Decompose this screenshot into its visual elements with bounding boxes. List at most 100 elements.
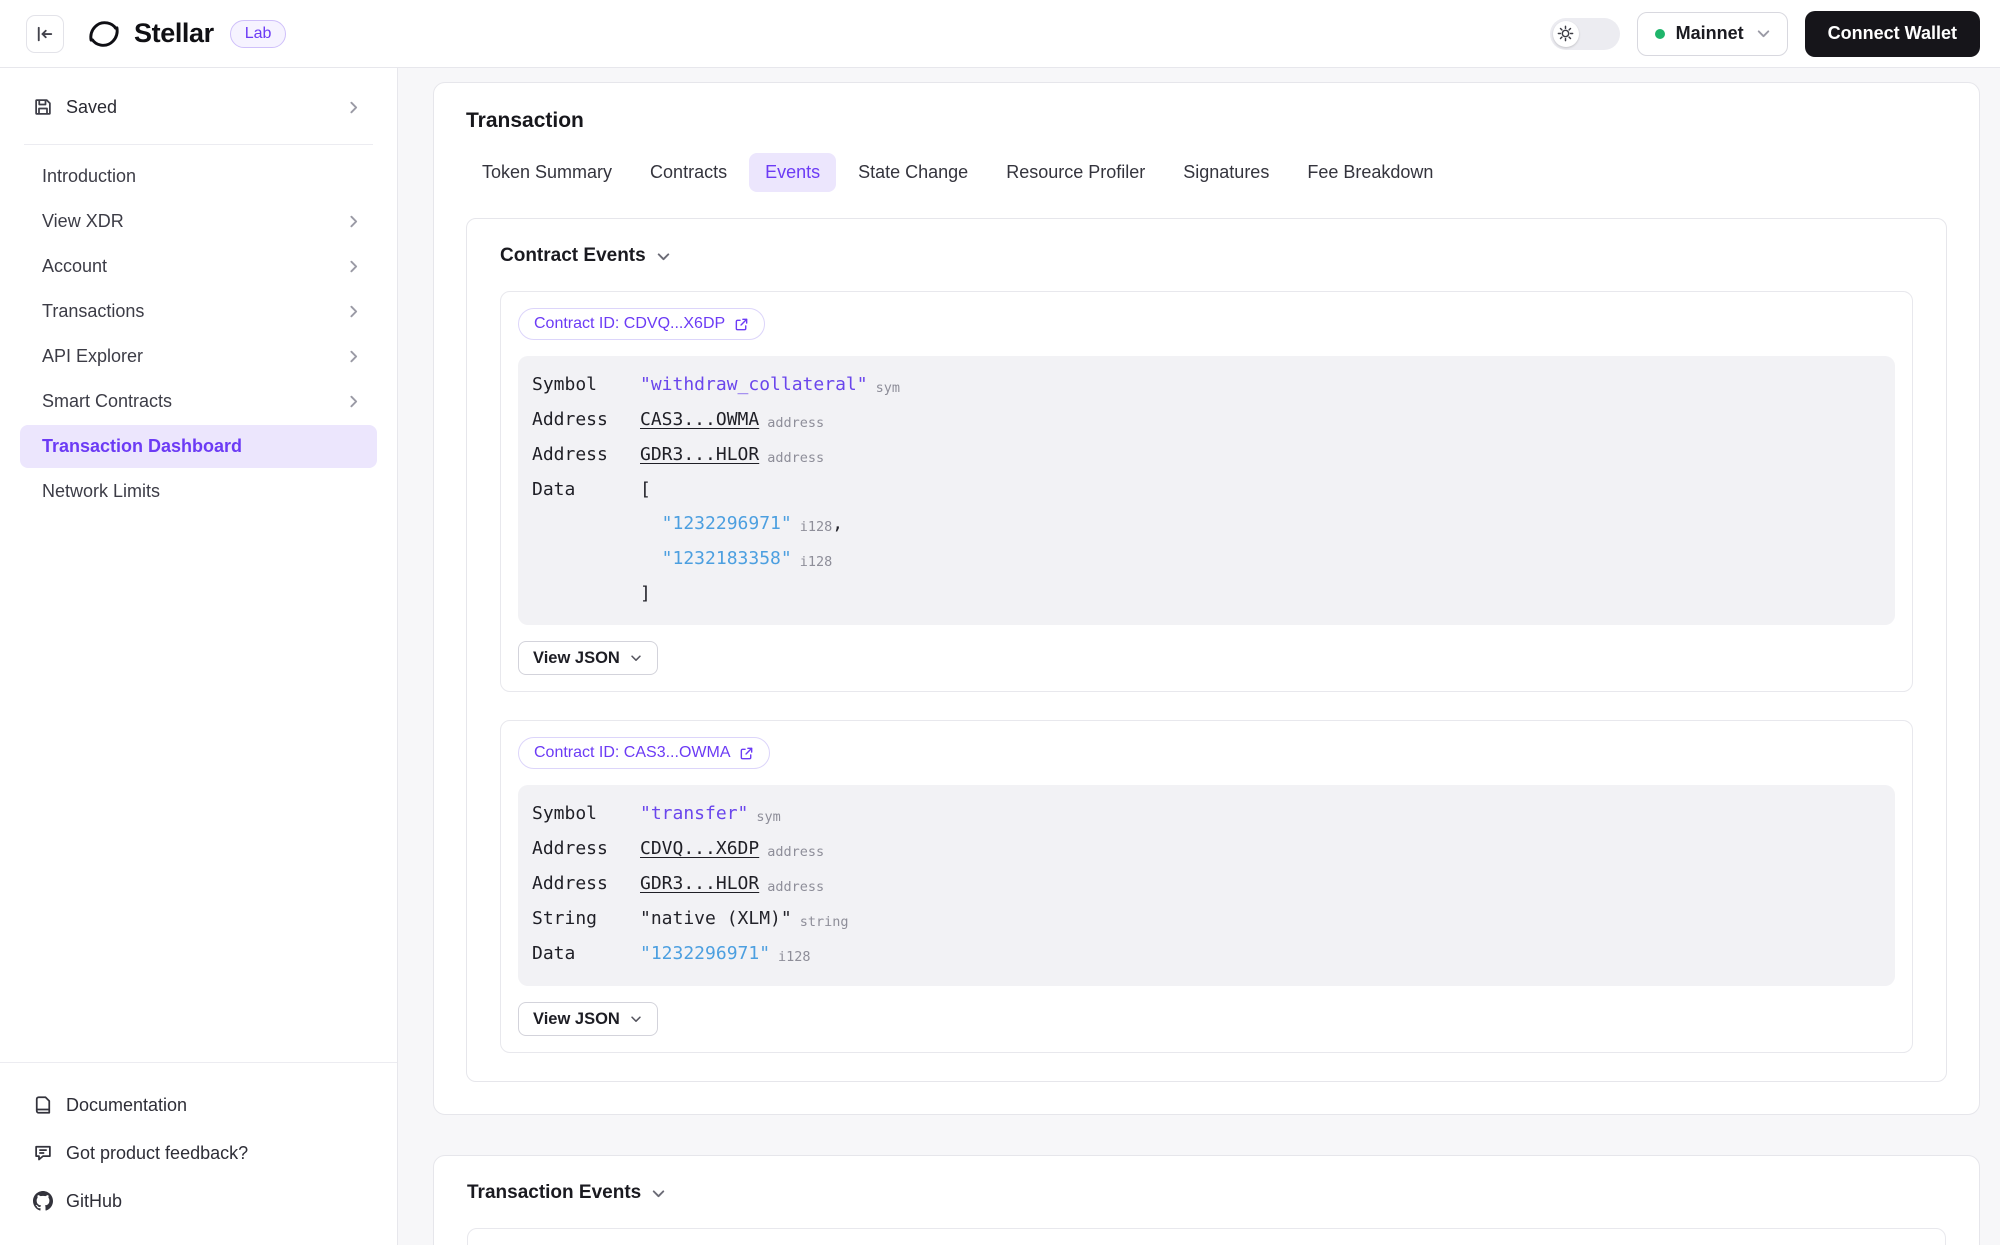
chevron-down-icon [629,1012,643,1026]
page-title: Transaction [466,109,1947,133]
network-select[interactable]: Mainnet [1637,12,1788,56]
sun-icon [1557,25,1574,42]
sidebar-footer-documentation[interactable]: Documentation [0,1083,397,1127]
sidebar-footer-got-product-feedback[interactable]: Got product feedback? [0,1131,397,1175]
view-json-button[interactable]: View JSON [518,1002,658,1036]
address-link[interactable]: CDVQ...X6DP [640,838,759,859]
sidebar-item-view-xdr[interactable]: View XDR [20,200,377,243]
event-value-line: "1232296971"i128, [640,507,1881,542]
event-data-box: Symbol"withdraw_collateral"sym AddressCAS… [518,356,1895,625]
value-segment: "1232183358" [640,548,792,569]
sidebar-item-transaction-dashboard[interactable]: Transaction Dashboard [20,425,377,468]
chevron-right-icon [345,303,362,320]
sidebar-item-account[interactable]: Account [20,245,377,288]
collapse-sidebar-button[interactable] [26,15,64,53]
event-card: Contract ID: CAS3...OWMA [467,1228,1946,1245]
tab-signatures[interactable]: Signatures [1167,153,1285,192]
event-value: "1232296971"i128 [640,937,1881,972]
sidebar-item-saved[interactable]: Saved [20,84,377,130]
sidebar-item-label: Introduction [42,166,136,187]
sidebar-item-label: Transaction Dashboard [42,436,242,457]
tab-resource-profiler[interactable]: Resource Profiler [990,153,1161,192]
type-label: address [767,450,824,466]
event-value-line: CDVQ...X6DP address [640,832,1881,867]
type-label: address [767,844,824,860]
transaction-events-header[interactable]: Transaction Events [467,1182,667,1204]
value-segment: , [832,513,843,534]
type-label: address [767,879,824,895]
github-icon [33,1191,53,1211]
event-card: Contract ID: CDVQ...X6DP Symbol"withdraw_… [500,291,1913,692]
contract-events-header[interactable]: Contract Events [500,245,672,267]
sidebar-footer: DocumentationGot product feedback?GitHub [0,1062,397,1245]
sidebar-item-label: API Explorer [42,346,143,367]
value-segment: "1232296971" [640,513,792,534]
connect-wallet-button[interactable]: Connect Wallet [1805,11,1980,57]
contract-events-list: Contract ID: CDVQ...X6DPSymbol"withdraw_… [500,291,1913,1053]
address-link[interactable]: GDR3...HLOR [640,444,759,465]
type-label: sym [876,380,900,396]
type-label: string [800,914,849,930]
event-row: AddressCDVQ...X6DPaddress [532,832,1881,867]
event-value: CDVQ...X6DP address [640,832,1881,867]
event-value: "transfer"sym [640,797,1881,832]
event-value: CAS3...OWMA address [640,403,1881,438]
event-card: Contract ID: CAS3...OWMA Symbol"transfer"… [500,720,1913,1053]
tab-events[interactable]: Events [749,153,836,192]
sidebar-item-label: Transactions [42,301,144,322]
event-value-line: GDR3...HLOR address [640,867,1881,902]
tab-state-change[interactable]: State Change [842,153,984,192]
theme-toggle-knob [1553,21,1579,47]
chevron-right-icon [345,258,362,275]
event-row: AddressGDR3...HLORaddress [532,867,1881,902]
view-json-button[interactable]: View JSON [518,641,658,675]
event-value-line: "withdraw_collateral"sym [640,368,1881,403]
chevron-down-icon [650,1185,667,1202]
sidebar-item-introduction[interactable]: Introduction [20,155,377,198]
event-data-box: Symbol"transfer"symAddressCDVQ...X6DPadd… [518,785,1895,986]
event-row: Symbol"withdraw_collateral"sym [532,368,1881,403]
lab-badge: Lab [230,20,287,48]
event-value-line: "native (XLM)" string [640,902,1881,937]
app-shell: Saved Introduction View XDRAccount Transac… [0,68,2000,1245]
sidebar-item-network-limits[interactable]: Network Limits [20,470,377,513]
sidebar-item-api-explorer[interactable]: API Explorer [20,335,377,378]
tab-token-summary[interactable]: Token Summary [466,153,628,192]
sidebar-item-label: Smart Contracts [42,391,172,412]
brand[interactable]: Stellar Lab [86,16,286,52]
saved-label: Saved [66,97,332,118]
chevron-down-icon [655,248,672,265]
type-label: address [767,415,824,431]
event-value: GDR3...HLOR address [640,438,1881,473]
event-value: "native (XLM)" string [640,902,1881,937]
contract-id-badge[interactable]: Contract ID: CAS3...OWMA [518,737,770,769]
event-value-line: ] [640,577,1881,611]
divider [24,144,373,145]
contract-events-section: Contract Events Contract ID: CDVQ...X6DP… [466,218,1947,1082]
tab-contracts[interactable]: Contracts [634,153,743,192]
section-title: Contract Events [500,245,646,267]
app-header: Stellar Lab Mainnet Connect Wallet [0,0,2000,68]
event-row: Symbol"transfer"sym [532,797,1881,832]
sidebar-footer-github[interactable]: GitHub [0,1179,397,1223]
sidebar-item-transactions[interactable]: Transactions [20,290,377,333]
transaction-events-list: Contract ID: CAS3...OWMA [467,1228,1946,1245]
value-segment: "native (XLM)" [640,908,792,929]
network-status-dot [1655,29,1665,39]
collapse-sidebar-icon [35,24,55,44]
chevron-right-icon [345,213,362,230]
event-key: Data [532,473,640,507]
document-icon [33,1095,53,1115]
theme-toggle[interactable] [1550,18,1620,50]
chevron-right-icon [345,99,362,116]
address-link[interactable]: GDR3...HLOR [640,873,759,894]
contract-id-badge[interactable]: Contract ID: CDVQ...X6DP [518,308,765,340]
sidebar-item-smart-contracts[interactable]: Smart Contracts [20,380,377,423]
tab-fee-breakdown[interactable]: Fee Breakdown [1291,153,1449,192]
event-row: AddressCAS3...OWMAaddress [532,403,1881,438]
event-row: Data[ "1232296971"i128, "1232183358"i128… [532,473,1881,611]
event-key: Symbol [532,797,640,831]
header-right: Mainnet Connect Wallet [1550,11,1980,57]
address-link[interactable]: CAS3...OWMA [640,409,759,430]
event-key: Address [532,438,640,472]
